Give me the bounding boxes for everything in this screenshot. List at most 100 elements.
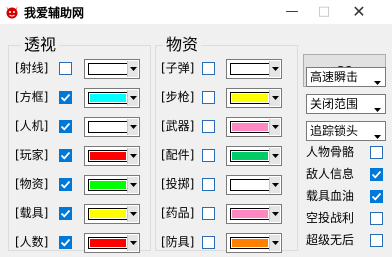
perspective-row-label: [物资] (15, 177, 49, 191)
supplies-row-checkbox[interactable] (202, 236, 215, 249)
mode-dropdown[interactable]: 追踪锁头 (306, 121, 386, 141)
mode-dropdown[interactable]: 关闭范围 (306, 94, 386, 114)
supplies-row-color-picker[interactable] (226, 59, 282, 79)
chevron-down-icon (130, 96, 137, 100)
color-picker-dropdown-button[interactable] (269, 177, 280, 193)
perspective-row-label: [玩家] (15, 148, 49, 162)
perspective-row-checkbox[interactable] (59, 236, 72, 249)
checkmark-icon (371, 192, 382, 201)
supplies-row-label: [投掷] (161, 177, 195, 191)
supplies-row-color-picker[interactable] (226, 233, 282, 253)
supplies-group-title: 物资 (163, 36, 202, 54)
chevron-down-icon (130, 154, 137, 158)
color-swatch (232, 210, 268, 218)
maximize-button[interactable]: □ (311, 2, 337, 22)
chevron-down-icon (272, 241, 279, 245)
color-picker-dropdown-button[interactable] (269, 148, 280, 164)
perspective-row-checkbox[interactable] (59, 120, 72, 133)
chevron-down-icon (374, 81, 381, 85)
dropdown-arrow (374, 128, 381, 142)
color-swatch-frame (230, 237, 270, 249)
perspective-row-color-picker[interactable] (84, 146, 140, 166)
checkmark-icon (60, 209, 71, 218)
color-swatch-frame (88, 92, 128, 104)
color-picker-dropdown-button[interactable] (269, 206, 280, 222)
perspective-row-color-picker[interactable] (84, 117, 140, 137)
color-picker-dropdown-button[interactable] (127, 206, 138, 222)
perspective-row-checkbox[interactable] (59, 178, 72, 191)
checkmark-icon (60, 122, 71, 131)
chevron-down-icon (272, 125, 279, 129)
color-picker-dropdown-button[interactable] (127, 61, 138, 77)
supplies-row-color-picker[interactable] (226, 146, 282, 166)
dropdown-arrow (374, 101, 381, 115)
supplies-row-checkbox[interactable] (202, 120, 215, 133)
supplies-row-color-picker[interactable] (226, 175, 282, 195)
option-checkbox[interactable] (370, 190, 383, 203)
color-picker-dropdown-button[interactable] (269, 119, 280, 135)
color-picker-dropdown-button[interactable] (127, 148, 138, 164)
option-checkbox[interactable] (370, 168, 383, 181)
color-swatch (232, 94, 268, 102)
color-swatch-frame (230, 208, 270, 220)
perspective-row-checkbox[interactable] (59, 207, 72, 220)
perspective-row-label: [方框] (15, 90, 49, 104)
chevron-down-icon (130, 67, 137, 71)
title-bar: 我爱辅助网 — □ ✕ (0, 0, 392, 24)
dropdown-arrow (374, 74, 381, 88)
option-label: 载具血油 (306, 189, 355, 203)
chevron-down-icon (374, 108, 381, 112)
color-picker-dropdown-button[interactable] (127, 235, 138, 251)
option-checkbox[interactable] (370, 234, 383, 247)
color-swatch (232, 181, 268, 189)
supplies-row-label: [药品] (161, 206, 195, 220)
dropdown-selected-value: 追踪锁头 (310, 124, 359, 138)
perspective-row-checkbox[interactable] (59, 149, 72, 162)
supplies-row-label: [防具] (161, 235, 195, 249)
checkmark-icon (60, 180, 71, 189)
minimize-button[interactable]: — (279, 2, 305, 22)
option-label: 敌人信息 (306, 167, 355, 181)
option-label: 空投战利 (306, 211, 355, 225)
color-swatch-frame (88, 121, 128, 133)
chevron-down-icon (130, 125, 137, 129)
perspective-row-checkbox[interactable] (59, 91, 72, 104)
supplies-row-checkbox[interactable] (202, 149, 215, 162)
chevron-down-icon (130, 212, 137, 216)
supplies-row-color-picker[interactable] (226, 117, 282, 137)
perspective-row-color-picker[interactable] (84, 233, 140, 253)
perspective-group-title: 透视 (21, 36, 60, 54)
perspective-row-color-picker[interactable] (84, 88, 140, 108)
color-picker-dropdown-button[interactable] (127, 90, 138, 106)
perspective-row-color-picker[interactable] (84, 175, 140, 195)
color-picker-dropdown-button[interactable] (269, 235, 280, 251)
color-swatch-frame (88, 150, 128, 162)
color-swatch (90, 181, 126, 189)
color-swatch (90, 65, 126, 73)
checkmark-icon (60, 238, 71, 247)
checkmark-icon (371, 170, 382, 179)
color-swatch-frame (230, 121, 270, 133)
color-picker-dropdown-button[interactable] (269, 61, 280, 77)
supplies-row-label: [配件] (161, 148, 195, 162)
close-button[interactable]: ✕ (346, 2, 372, 22)
option-checkbox[interactable] (370, 146, 383, 159)
supplies-row-checkbox[interactable] (202, 91, 215, 104)
supplies-row-color-picker[interactable] (226, 204, 282, 224)
perspective-row-color-picker[interactable] (84, 204, 140, 224)
supplies-row-checkbox[interactable] (202, 62, 215, 75)
supplies-row-color-picker[interactable] (226, 88, 282, 108)
supplies-row-checkbox[interactable] (202, 207, 215, 220)
perspective-row-checkbox[interactable] (59, 62, 72, 75)
mode-dropdown[interactable]: 高速瞬击 (306, 67, 386, 87)
supplies-row-checkbox[interactable] (202, 178, 215, 191)
option-checkbox[interactable] (370, 212, 383, 225)
color-picker-dropdown-button[interactable] (127, 119, 138, 135)
chevron-down-icon (272, 183, 279, 187)
color-picker-dropdown-button[interactable] (127, 177, 138, 193)
window-client-area: 透视 物资 [射线] [方框] [人机] [玩家] [物资] [载具] [人数] [子弹] [… (0, 24, 392, 257)
perspective-row-color-picker[interactable] (84, 59, 140, 79)
dropdown-selected-value: 关闭范围 (310, 97, 359, 111)
color-swatch (90, 152, 126, 160)
color-picker-dropdown-button[interactable] (269, 90, 280, 106)
